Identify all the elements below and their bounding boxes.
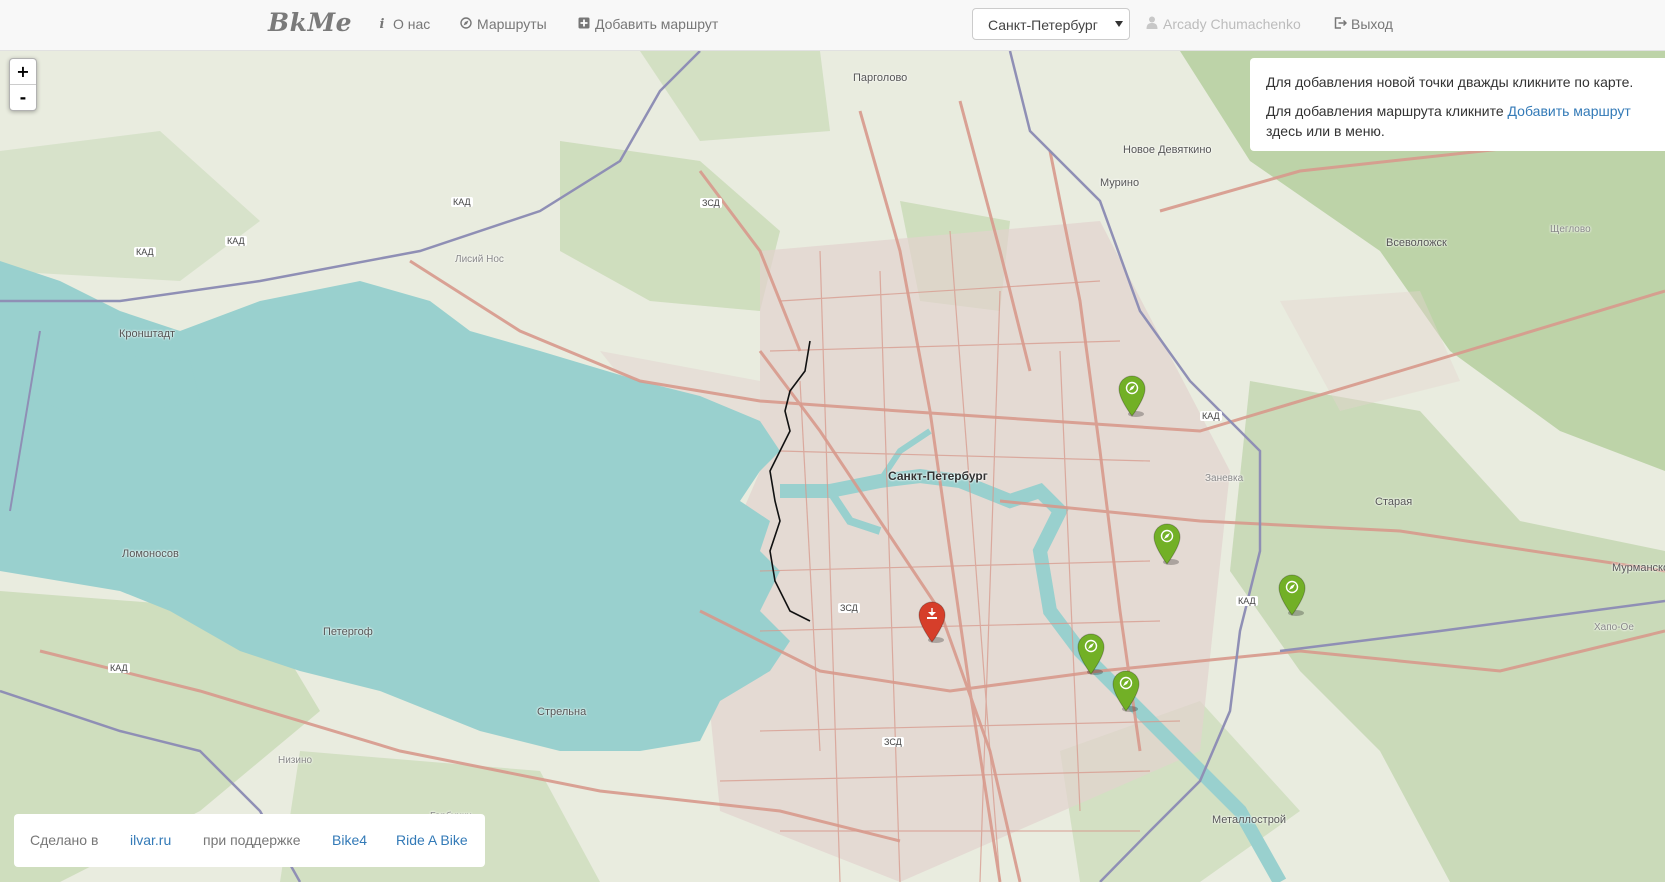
navbar: BkMe i О нас Маршруты Добавить маршрут С… xyxy=(0,0,1665,51)
map-label-metallostroy: Металлострой xyxy=(1212,814,1287,826)
map-road-shield-kad: КАД xyxy=(108,663,130,673)
logout-icon xyxy=(1334,16,1348,32)
map-tiles[interactable] xyxy=(0,51,1665,882)
footer-link-ilvar[interactable]: ilvar.ru xyxy=(130,832,171,848)
map-road-shield-kad: КАД xyxy=(1236,596,1258,606)
map-road-shield-zsd: ЗСД xyxy=(882,737,904,747)
map-label-novoe-devyatkino: Новое Девяткино xyxy=(1123,144,1212,156)
info-add-route-suffix: здесь или в меню. xyxy=(1266,123,1385,139)
map-road-shield-kad: КАД xyxy=(225,236,247,246)
user-icon xyxy=(1146,16,1158,32)
map-label-petergof: Петергоф xyxy=(323,626,373,638)
compass-icon xyxy=(460,16,472,32)
map-label-scheglovo: Щеглово xyxy=(1550,224,1591,235)
info-add-route-link[interactable]: Добавить маршрут xyxy=(1508,103,1631,119)
plus-square-icon xyxy=(578,17,590,32)
map-marker-point[interactable] xyxy=(1117,375,1147,417)
map-label-pargolovo: Парголово xyxy=(853,72,908,84)
map-label-spb: Санкт-Петербург xyxy=(888,469,988,483)
info-panel: Для добавления новой точки дважды кликни… xyxy=(1250,58,1665,151)
map-label-strelna: Стрельна xyxy=(537,706,587,718)
footer-link-bike4[interactable]: Bike4 xyxy=(332,832,367,848)
map-road-shield-kad: КАД xyxy=(1200,411,1222,421)
nav-about-label: О нас xyxy=(393,16,431,32)
info-add-route-text: Для добавления маршрута кликните xyxy=(1266,103,1504,119)
map-label-staraya: Старая xyxy=(1375,496,1413,508)
map-label-lisiy-nos: Лисий Нос xyxy=(455,254,504,265)
map-label-murmanskoe: Мурманское xyxy=(1612,562,1665,574)
caret-down-icon xyxy=(1115,21,1123,27)
map-label-murino: Мурино xyxy=(1100,177,1140,189)
nav-logout[interactable]: Выход xyxy=(1334,16,1393,32)
zoom-in-button[interactable]: + xyxy=(10,59,36,85)
info-add-route-hint: Для добавления маршрута кликните Добавит… xyxy=(1266,101,1649,141)
nav-user-label: Arcady Chumachenko xyxy=(1163,16,1301,32)
footer-credits: Сделано в ilvar.ru при поддержке Bike4 R… xyxy=(14,814,485,867)
city-select-value: Санкт-Петербург xyxy=(988,17,1098,33)
footer-made-in: Сделано в xyxy=(30,832,99,848)
map-marker-point[interactable] xyxy=(1111,670,1141,712)
map-label-hapo-oe: Хапо-Ое xyxy=(1594,622,1634,633)
map-road-shield-kad: КАД xyxy=(451,197,473,207)
map-marker-start[interactable] xyxy=(917,601,947,643)
map-label-nizino: Низино xyxy=(278,755,313,766)
nav-add-route[interactable]: Добавить маршрут xyxy=(578,16,718,32)
nav-add-route-label: Добавить маршрут xyxy=(595,16,719,32)
nav-user[interactable]: Arcady Chumachenko xyxy=(1146,16,1301,32)
map-label-vsevolozhsk: Всеволожск xyxy=(1386,237,1447,249)
info-icon: i xyxy=(379,16,385,32)
map-marker-point[interactable] xyxy=(1152,523,1182,565)
zoom-out-button[interactable]: - xyxy=(10,85,36,110)
map-label-lomonosov: Ломоносов xyxy=(122,548,179,560)
footer-support: при поддержке xyxy=(203,832,301,848)
nav-logout-label: Выход xyxy=(1351,16,1393,32)
map-road-shield-zsd: ЗСД xyxy=(700,198,722,208)
map[interactable]: Парголово Новое Девяткино Мурино Всеволо… xyxy=(0,51,1665,882)
city-select[interactable]: Санкт-Петербург xyxy=(972,8,1130,40)
map-label-zanevka: Заневка xyxy=(1205,473,1244,484)
nav-routes[interactable]: Маршруты xyxy=(460,16,547,32)
footer-link-ride-a-bike[interactable]: Ride A Bike xyxy=(396,832,468,848)
brand-logo[interactable]: BkMe xyxy=(268,8,352,37)
nav-about[interactable]: i О нас xyxy=(376,16,431,32)
map-road-shield-zsd: ЗСД xyxy=(838,603,860,613)
zoom-control: + - xyxy=(9,58,37,111)
nav-routes-label: Маршруты xyxy=(477,16,547,32)
info-double-click-hint: Для добавления новой точки дважды кликни… xyxy=(1266,74,1634,90)
map-marker-point[interactable] xyxy=(1076,633,1106,675)
map-road-shield-kad: КАД xyxy=(134,247,156,257)
map-marker-point[interactable] xyxy=(1277,574,1307,616)
map-label-kronshtadt: Кронштадт xyxy=(119,328,176,340)
